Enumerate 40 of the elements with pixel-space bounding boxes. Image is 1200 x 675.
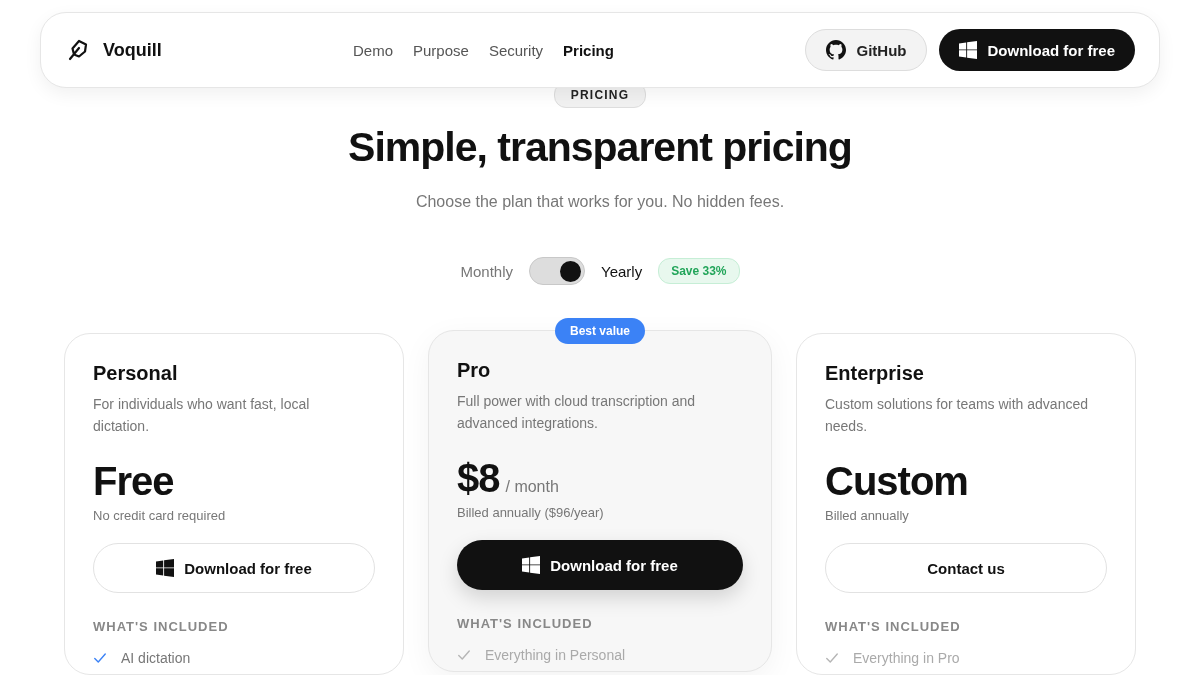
brand-name[interactable]: Voquill (103, 39, 162, 61)
plan-description: Full power with cloud transcription and advanced integrations. (457, 392, 697, 433)
nav-link[interactable]: Purpose (413, 41, 469, 59)
billing-note: No credit card required (93, 508, 227, 523)
billing-option[interactable]: Monthly (460, 262, 513, 280)
feature-text: AI dictation (121, 650, 191, 666)
price-period: / month (505, 478, 559, 496)
plan-price: $8 (457, 456, 500, 501)
discount-badge: Save 33% (658, 258, 740, 284)
nav-link[interactable]: Pricing (563, 41, 614, 59)
page-subtitle: Choose the plan that works for you. No hidden fees. (415, 193, 785, 211)
plan-price: Free (93, 459, 174, 504)
plan-price: Custom (825, 459, 968, 504)
included-heading: WHAT'S INCLUDED (93, 619, 230, 634)
included-heading: WHAT'S INCLUDED (457, 616, 594, 631)
plan-description: For individuals who want fast, local dictation. (93, 395, 311, 436)
billing-note: Billed annually ($96/year) (457, 505, 605, 520)
plan-name: Pro (457, 359, 492, 382)
windows-logo-icon (156, 559, 175, 577)
plan-button[interactable]: Download for free (93, 543, 375, 593)
nav-link[interactable]: Demo (353, 41, 393, 59)
billing-option[interactable]: Yearly (601, 262, 643, 280)
billing-toggle[interactable] (529, 257, 585, 285)
download-button[interactable]: Download for free (939, 29, 1135, 71)
included-heading: WHAT'S INCLUDED (825, 619, 962, 634)
plan-button[interactable]: Download for free (457, 540, 743, 590)
windows-logo-icon (959, 41, 978, 59)
plan-button[interactable]: Contact us (825, 543, 1107, 593)
nav-link[interactable]: Security (488, 41, 544, 59)
plan-name: Enterprise (825, 362, 925, 385)
plan-badge: Best value (555, 318, 645, 344)
billing-note: Billed annually (825, 508, 910, 523)
github-icon (826, 40, 847, 60)
plan-description: Custom solutions for teams with advanced needs. (825, 395, 1089, 436)
feature-text: Everything in Personal (485, 647, 626, 663)
plan-name: Personal (93, 362, 179, 385)
page-title: Simple, transparent pricing (348, 124, 852, 171)
github-button[interactable]: GitHub (805, 29, 928, 71)
feature-text: Everything in Pro (853, 650, 960, 666)
windows-logo-icon (522, 556, 541, 574)
